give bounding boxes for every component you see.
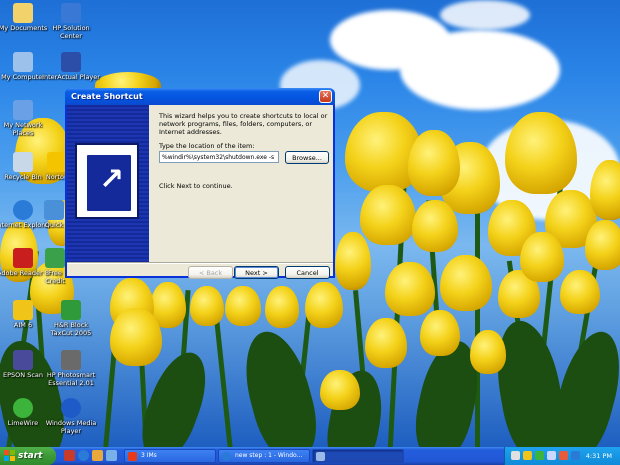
show-desktop-icon[interactable]: [106, 450, 117, 461]
interactual-player-icon: [61, 52, 81, 72]
cancel-button[interactable]: Cancel: [285, 266, 330, 279]
limewire-icon: [13, 398, 33, 418]
tray-volume-icon[interactable]: [547, 451, 556, 460]
quick-launch-aim-icon[interactable]: [64, 450, 75, 461]
desktop-icon-label: InterActual Player: [42, 73, 100, 81]
clock[interactable]: 4:31 PM: [586, 447, 612, 465]
wallpaper-tulip: [408, 130, 460, 196]
desktop-icon-label: HP Solution Center: [52, 24, 90, 40]
wallpaper-tulip: [225, 286, 261, 326]
wallpaper-leaf: [234, 324, 326, 447]
desktop: My Documents HP Solution Center My Compu…: [0, 0, 620, 447]
desktop-icon-taxcut[interactable]: H&R Block TaxCut 2005: [42, 300, 100, 337]
adobe-reader-icon: [13, 248, 33, 268]
internet-explorer-icon: [13, 200, 33, 220]
location-input[interactable]: [159, 151, 279, 163]
shortcut-arrow-icon: ↗: [99, 162, 125, 197]
wizard-side-panel: ↗: [67, 105, 149, 262]
wallpaper-tulip: [320, 370, 360, 410]
wallpaper-tulip: [470, 330, 506, 374]
quick-launch-folder-icon[interactable]: [92, 450, 103, 461]
wallpaper-stem: [475, 210, 480, 447]
wallpaper-tulip: [265, 286, 299, 328]
wallpaper-tulip: [520, 232, 564, 282]
desktop-icon-interactual-player[interactable]: InterActual Player: [42, 52, 100, 81]
wallpaper-tulip: [365, 318, 407, 368]
desktop-icon-windows-media-player[interactable]: Windows Media Player: [42, 398, 100, 435]
wallpaper-cloud: [440, 0, 530, 30]
taskbar: start 3 IMs new step : 1 - Windo... 4:31…: [0, 447, 620, 465]
epson-scan-icon: [13, 350, 33, 370]
task-button-ims[interactable]: 3 IMs: [124, 449, 216, 463]
start-button[interactable]: start: [0, 447, 56, 465]
desktop-icon-quick[interactable]: Quick: [42, 200, 66, 229]
desktop-icon-my-network-places[interactable]: My Network Places: [0, 100, 52, 137]
location-label: Type the location of the item:: [159, 142, 255, 150]
wallpaper-tulip: [590, 160, 620, 220]
tray-limewire-icon[interactable]: [535, 451, 544, 460]
wallpaper-tulip: [385, 262, 435, 316]
tray-hp-icon[interactable]: [571, 451, 580, 460]
dialog-title: Create Shortcut: [71, 92, 143, 101]
continue-hint: Click Next to continue.: [159, 182, 233, 190]
wallpaper-tulip: [560, 270, 600, 314]
close-button[interactable]: ✕: [319, 90, 332, 103]
dialog-title-bar[interactable]: Create Shortcut ✕: [65, 88, 335, 105]
windows-media-player-icon: [61, 398, 81, 418]
task-button-create-shortcut[interactable]: [312, 449, 404, 463]
hp-photosmart-icon: [61, 350, 81, 370]
taxcut-icon: [61, 300, 81, 320]
network-places-icon: [13, 100, 33, 120]
wallpaper-tulip: [585, 220, 620, 270]
folder-documents-icon: [13, 3, 33, 23]
shortcut-icon: [316, 452, 325, 461]
wallpaper-tulip: [190, 286, 224, 326]
free-credit-icon: [45, 248, 65, 268]
wallpaper-cloud: [400, 30, 560, 110]
task-button-browser[interactable]: new step : 1 - Windo...: [218, 449, 310, 463]
norton-icon: [47, 152, 67, 172]
desktop-icon-label: Windows Media Player: [45, 419, 97, 435]
aim-icon: [13, 300, 33, 320]
wizard-intro-text: This wizard helps you to create shortcut…: [159, 112, 328, 136]
button-divider: [67, 262, 333, 264]
close-icon: ✕: [321, 91, 330, 101]
wallpaper-tulip: [360, 185, 416, 245]
quick-launch-ie-icon[interactable]: [78, 450, 89, 461]
aim-icon: [128, 452, 137, 461]
tray-security-icon[interactable]: [559, 451, 568, 460]
back-button[interactable]: < Back: [188, 266, 233, 279]
desktop-icon-label: H&R Block TaxCut 2005: [50, 321, 92, 337]
task-label: new step : 1 - Windo...: [235, 452, 303, 459]
my-computer-icon: [13, 52, 33, 72]
wallpaper-tulip: [412, 200, 458, 252]
shortcut-wizard-icon: ↗: [75, 143, 139, 219]
internet-explorer-icon: [222, 452, 231, 461]
wizard-content: This wizard helps you to create shortcut…: [159, 112, 331, 190]
desktop-icon-hp-solution-center[interactable]: HP Solution Center: [42, 3, 100, 40]
desktop-icon-label: HP Photosmart Essential 2.01: [46, 371, 96, 387]
next-button[interactable]: Next >: [234, 266, 279, 279]
hp-solution-center-icon: [61, 3, 81, 23]
tray-aim-icon[interactable]: [523, 451, 532, 460]
windows-logo-icon: [4, 450, 15, 461]
wallpaper-tulip: [440, 255, 492, 311]
wallpaper-tulip: [110, 308, 162, 366]
wallpaper-tulip: [305, 282, 343, 328]
wallpaper-tulip: [505, 112, 577, 194]
start-label: start: [18, 451, 43, 461]
wallpaper-tulip: [420, 310, 460, 356]
wallpaper-tulip: [335, 232, 371, 290]
quick-icon: [44, 200, 64, 220]
task-label: 3 IMs: [141, 452, 157, 459]
browse-button[interactable]: Browse...: [285, 151, 329, 164]
tray-network-icon[interactable]: [511, 451, 520, 460]
desktop-icon-hp-photosmart[interactable]: HP Photosmart Essential 2.01: [42, 350, 100, 387]
create-shortcut-dialog: Create Shortcut ✕ ↗ This wizard helps yo…: [65, 88, 335, 279]
system-tray: 4:31 PM: [504, 447, 620, 465]
desktop-icon-label: Quick: [44, 221, 64, 229]
shortcut-frame: ↗: [85, 153, 133, 213]
desktop-icon-label: My Network Places: [3, 121, 43, 137]
recycle-bin-icon: [13, 152, 33, 172]
